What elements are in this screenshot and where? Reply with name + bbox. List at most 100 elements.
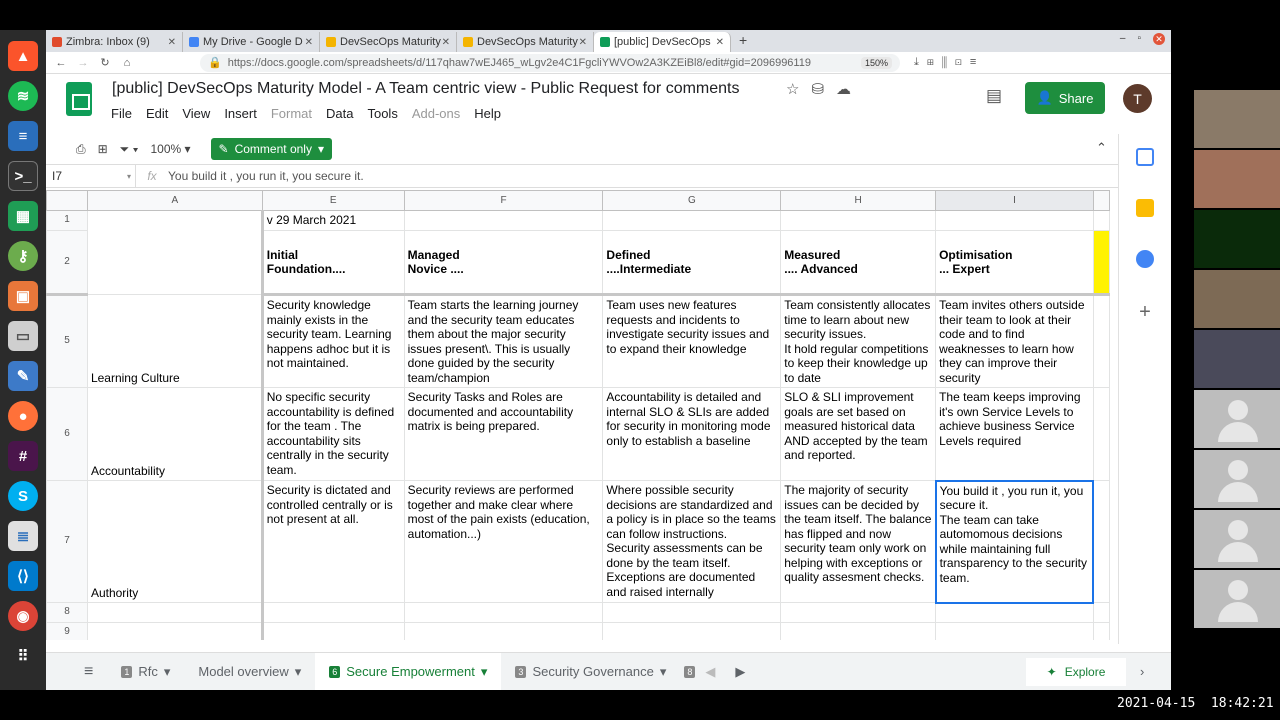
cell[interactable]: Security knowledge mainly exists in the … [261, 294, 405, 388]
cell[interactable]: Team starts the learning journey and the… [403, 294, 604, 388]
name-box[interactable]: I7 ▾ [46, 165, 136, 187]
participant-avatar-placeholder[interactable] [1194, 570, 1280, 628]
row-label[interactable]: Accountability [86, 387, 264, 481]
cell[interactable] [602, 210, 782, 231]
cell[interactable]: Team uses new features requests and inci… [602, 294, 782, 388]
selected-cell[interactable]: You build it , you run it, you secure it… [934, 479, 1095, 604]
participant-video-tile[interactable] [1194, 90, 1280, 148]
tab-close-icon[interactable]: ✕ [168, 37, 176, 48]
cell[interactable]: Security is dictated and controlled cent… [261, 480, 405, 603]
keepassxc-icon[interactable]: ⚷ [8, 241, 38, 271]
share-button[interactable]: 👤 Share [1025, 82, 1105, 114]
row-number[interactable]: 2 [46, 230, 88, 296]
firefox-icon[interactable]: ● [8, 401, 38, 431]
cell[interactable]: The team keeps improving it's own Servic… [935, 387, 1094, 481]
cell[interactable]: Team invites others outside their team t… [935, 294, 1094, 388]
browser-extension-icons[interactable]: ⤓⊞⫼⊡≡ [914, 56, 984, 69]
slack-icon[interactable]: # [8, 441, 38, 471]
cell[interactable] [1092, 621, 1110, 640]
cell[interactable] [403, 621, 604, 640]
cell[interactable]: The majority of security issues can be d… [780, 480, 937, 603]
scroll-left-icon[interactable]: ◀ [705, 664, 715, 680]
cell[interactable]: Accountability is detailed and internal … [602, 387, 782, 481]
calendar-icon[interactable] [1136, 148, 1154, 166]
spreadsheet-icon[interactable]: ▦ [8, 201, 38, 231]
column-header[interactable]: E [261, 190, 405, 211]
row-label[interactable]: Learning Culture [86, 294, 264, 388]
maximize-icon[interactable]: ▫ [1137, 33, 1141, 45]
scroll-right-icon[interactable]: ▶ [735, 664, 745, 680]
tab-close-icon[interactable]: ✕ [442, 37, 450, 48]
cell[interactable] [86, 210, 264, 295]
column-level-header[interactable]: Defined ....Intermediate [602, 230, 782, 296]
browser-tab-0[interactable]: Zimbra: Inbox (9) ✕ [46, 32, 183, 52]
move-folder-icon[interactable]: ⛁ [811, 80, 824, 98]
sheet-tab-secure-empowerment[interactable]: 6 Secure Empowerment ▾ [315, 653, 502, 690]
google-sheets-logo-icon[interactable] [66, 82, 92, 116]
forward-icon[interactable]: → [74, 57, 92, 69]
row-number[interactable]: 1 [46, 210, 88, 231]
participant-video-tile[interactable] [1194, 210, 1280, 268]
participant-video-tile[interactable] [1194, 150, 1280, 208]
tab-close-icon[interactable]: ✕ [305, 37, 313, 48]
brave-browser-icon[interactable]: ▲ [8, 41, 38, 71]
menu-tools[interactable]: Tools [367, 106, 397, 121]
terminal-icon[interactable]: >_ [8, 161, 38, 191]
text-editor-icon[interactable]: ✎ [8, 361, 38, 391]
cell[interactable] [1092, 387, 1110, 481]
row-number[interactable]: 6 [46, 387, 88, 481]
row-number[interactable]: 7 [46, 480, 88, 603]
cell[interactable] [403, 602, 604, 623]
cell[interactable] [1092, 294, 1110, 388]
star-icon[interactable]: ☆ [786, 80, 799, 98]
document-title[interactable]: [public] DevSecOps Maturity Model - A Te… [112, 80, 740, 98]
sheet-tab-rfc[interactable]: 1 Rfc ▾ [107, 653, 184, 690]
row-number[interactable]: 8 [46, 602, 88, 623]
cell[interactable]: Where possible security decisions are st… [602, 480, 782, 603]
presentation-icon[interactable]: ▣ [8, 281, 38, 311]
sheet-tab-partial[interactable]: 8 [680, 653, 699, 690]
menu-view[interactable]: View [182, 106, 210, 121]
url-field[interactable]: 🔒 https://docs.google.com/spreadsheets/d… [200, 53, 900, 72]
files-icon[interactable]: ▭ [8, 321, 38, 351]
column-header[interactable]: A [86, 190, 263, 211]
menu-help[interactable]: Help [474, 106, 501, 121]
cell[interactable]: Security Tasks and Roles are documented … [403, 387, 604, 481]
cell[interactable] [86, 602, 264, 623]
zoom-select[interactable]: 100% ▾ [150, 142, 190, 156]
column-header[interactable]: F [403, 190, 604, 211]
cell[interactable] [1092, 480, 1110, 603]
all-sheets-icon[interactable]: ≡ [70, 653, 107, 690]
sheet-tab-security-governance[interactable]: 3 Security Governance ▾ [501, 653, 680, 690]
column-level-header[interactable]: Measured .... Advanced [780, 230, 937, 296]
minimize-icon[interactable]: – [1120, 33, 1126, 45]
chevron-right-icon[interactable]: › [1140, 664, 1144, 679]
participant-avatar-placeholder[interactable] [1194, 390, 1280, 448]
column-header[interactable]: G [602, 190, 782, 211]
menu-edit[interactable]: Edit [146, 106, 168, 121]
column-header[interactable]: I [935, 190, 1094, 211]
cell[interactable] [86, 621, 264, 640]
cell[interactable] [935, 210, 1094, 231]
cell[interactable] [403, 210, 604, 231]
add-comment-icon[interactable]: ⊞ [98, 142, 108, 156]
collapse-toolbar-icon[interactable]: ⌃ [1096, 140, 1107, 156]
cell[interactable] [1092, 210, 1110, 231]
tab-close-icon[interactable]: ✕ [716, 37, 724, 48]
corner-cell[interactable] [46, 190, 88, 211]
cell[interactable] [261, 621, 405, 640]
cell[interactable]: Security reviews are performed together … [403, 480, 604, 603]
participant-video-tile[interactable] [1194, 270, 1280, 328]
chrome-icon[interactable]: ◉ [8, 601, 38, 631]
skype-icon[interactable]: S [8, 481, 38, 511]
column-level-header[interactable]: Optimisation ... Expert [935, 230, 1094, 296]
row-label[interactable]: Authority [86, 480, 264, 603]
participant-avatar-placeholder[interactable] [1194, 510, 1280, 568]
filter-icon[interactable]: ⏷ ▾ [120, 142, 139, 157]
participant-avatar-placeholder[interactable] [1194, 450, 1280, 508]
cell[interactable] [935, 621, 1094, 640]
row-number[interactable]: 9 [46, 621, 88, 640]
menu-insert[interactable]: Insert [224, 106, 257, 121]
new-tab-button[interactable]: + [731, 32, 755, 52]
user-avatar[interactable]: T [1123, 84, 1152, 113]
